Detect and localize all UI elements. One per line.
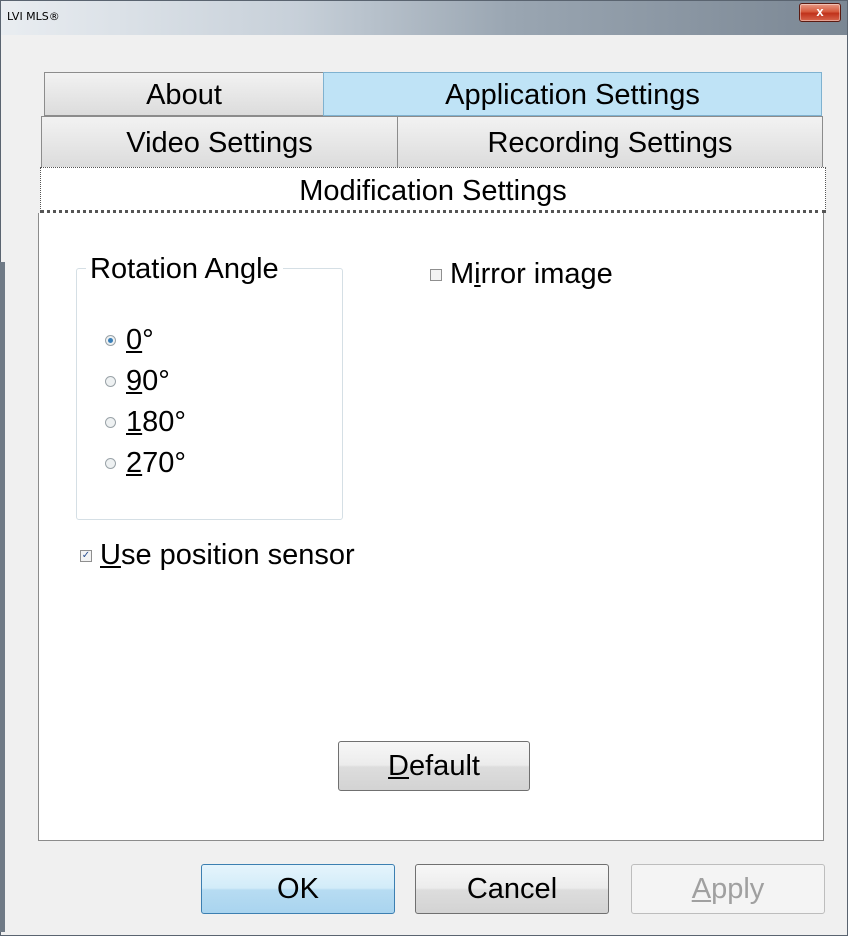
radio-label: 90° [126, 365, 170, 397]
apply-button[interactable]: Apply [631, 864, 825, 914]
radio-indicator[interactable] [105, 376, 116, 387]
close-button[interactable]: x [799, 3, 841, 22]
rotation-angle-label: Rotation Angle [86, 253, 283, 286]
title-bar[interactable]: LVI MLS® x [1, 1, 847, 35]
tab-label: Recording Settings [487, 127, 733, 159]
mirror-image-checkbox[interactable]: Mirror image [430, 258, 613, 291]
radio-indicator[interactable] [105, 335, 116, 346]
window-frame-edge [0, 262, 5, 932]
radio-270-degrees[interactable]: 270° [105, 447, 186, 480]
tab-application-settings[interactable]: Application Settings [323, 72, 822, 116]
close-icon: x [816, 4, 824, 19]
radio-label: 0° [126, 324, 154, 356]
checkbox-indicator[interactable] [430, 268, 442, 281]
radio-0-degrees[interactable]: 0° [105, 324, 154, 357]
radio-90-degrees[interactable]: 90° [105, 365, 170, 398]
radio-indicator[interactable] [105, 417, 116, 428]
use-position-sensor-label: Use position sensor [100, 539, 355, 571]
tab-about[interactable]: About [44, 72, 324, 116]
tab-label: Application Settings [445, 79, 700, 111]
tab-label: Modification Settings [299, 175, 567, 207]
tab-label: About [146, 79, 222, 111]
tab-label: Video Settings [126, 127, 313, 159]
tab-video-settings[interactable]: Video Settings [41, 116, 398, 168]
checkbox-indicator[interactable]: ✓ [80, 549, 92, 562]
radio-label: 180° [126, 406, 186, 438]
tab-recording-settings[interactable]: Recording Settings [397, 116, 823, 168]
radio-180-degrees[interactable]: 180° [105, 406, 186, 439]
radio-label: 270° [126, 447, 186, 479]
tab-modification-settings[interactable]: Modification Settings [40, 167, 826, 213]
window-title: LVI MLS® [7, 10, 60, 23]
radio-indicator[interactable] [105, 458, 116, 469]
ok-button[interactable]: OK [201, 864, 395, 914]
mirror-image-label: Mirror image [450, 258, 613, 290]
cancel-button[interactable]: Cancel [415, 864, 609, 914]
use-position-sensor-checkbox[interactable]: ✓ Use position sensor [80, 539, 355, 572]
default-button[interactable]: Default [338, 741, 530, 791]
